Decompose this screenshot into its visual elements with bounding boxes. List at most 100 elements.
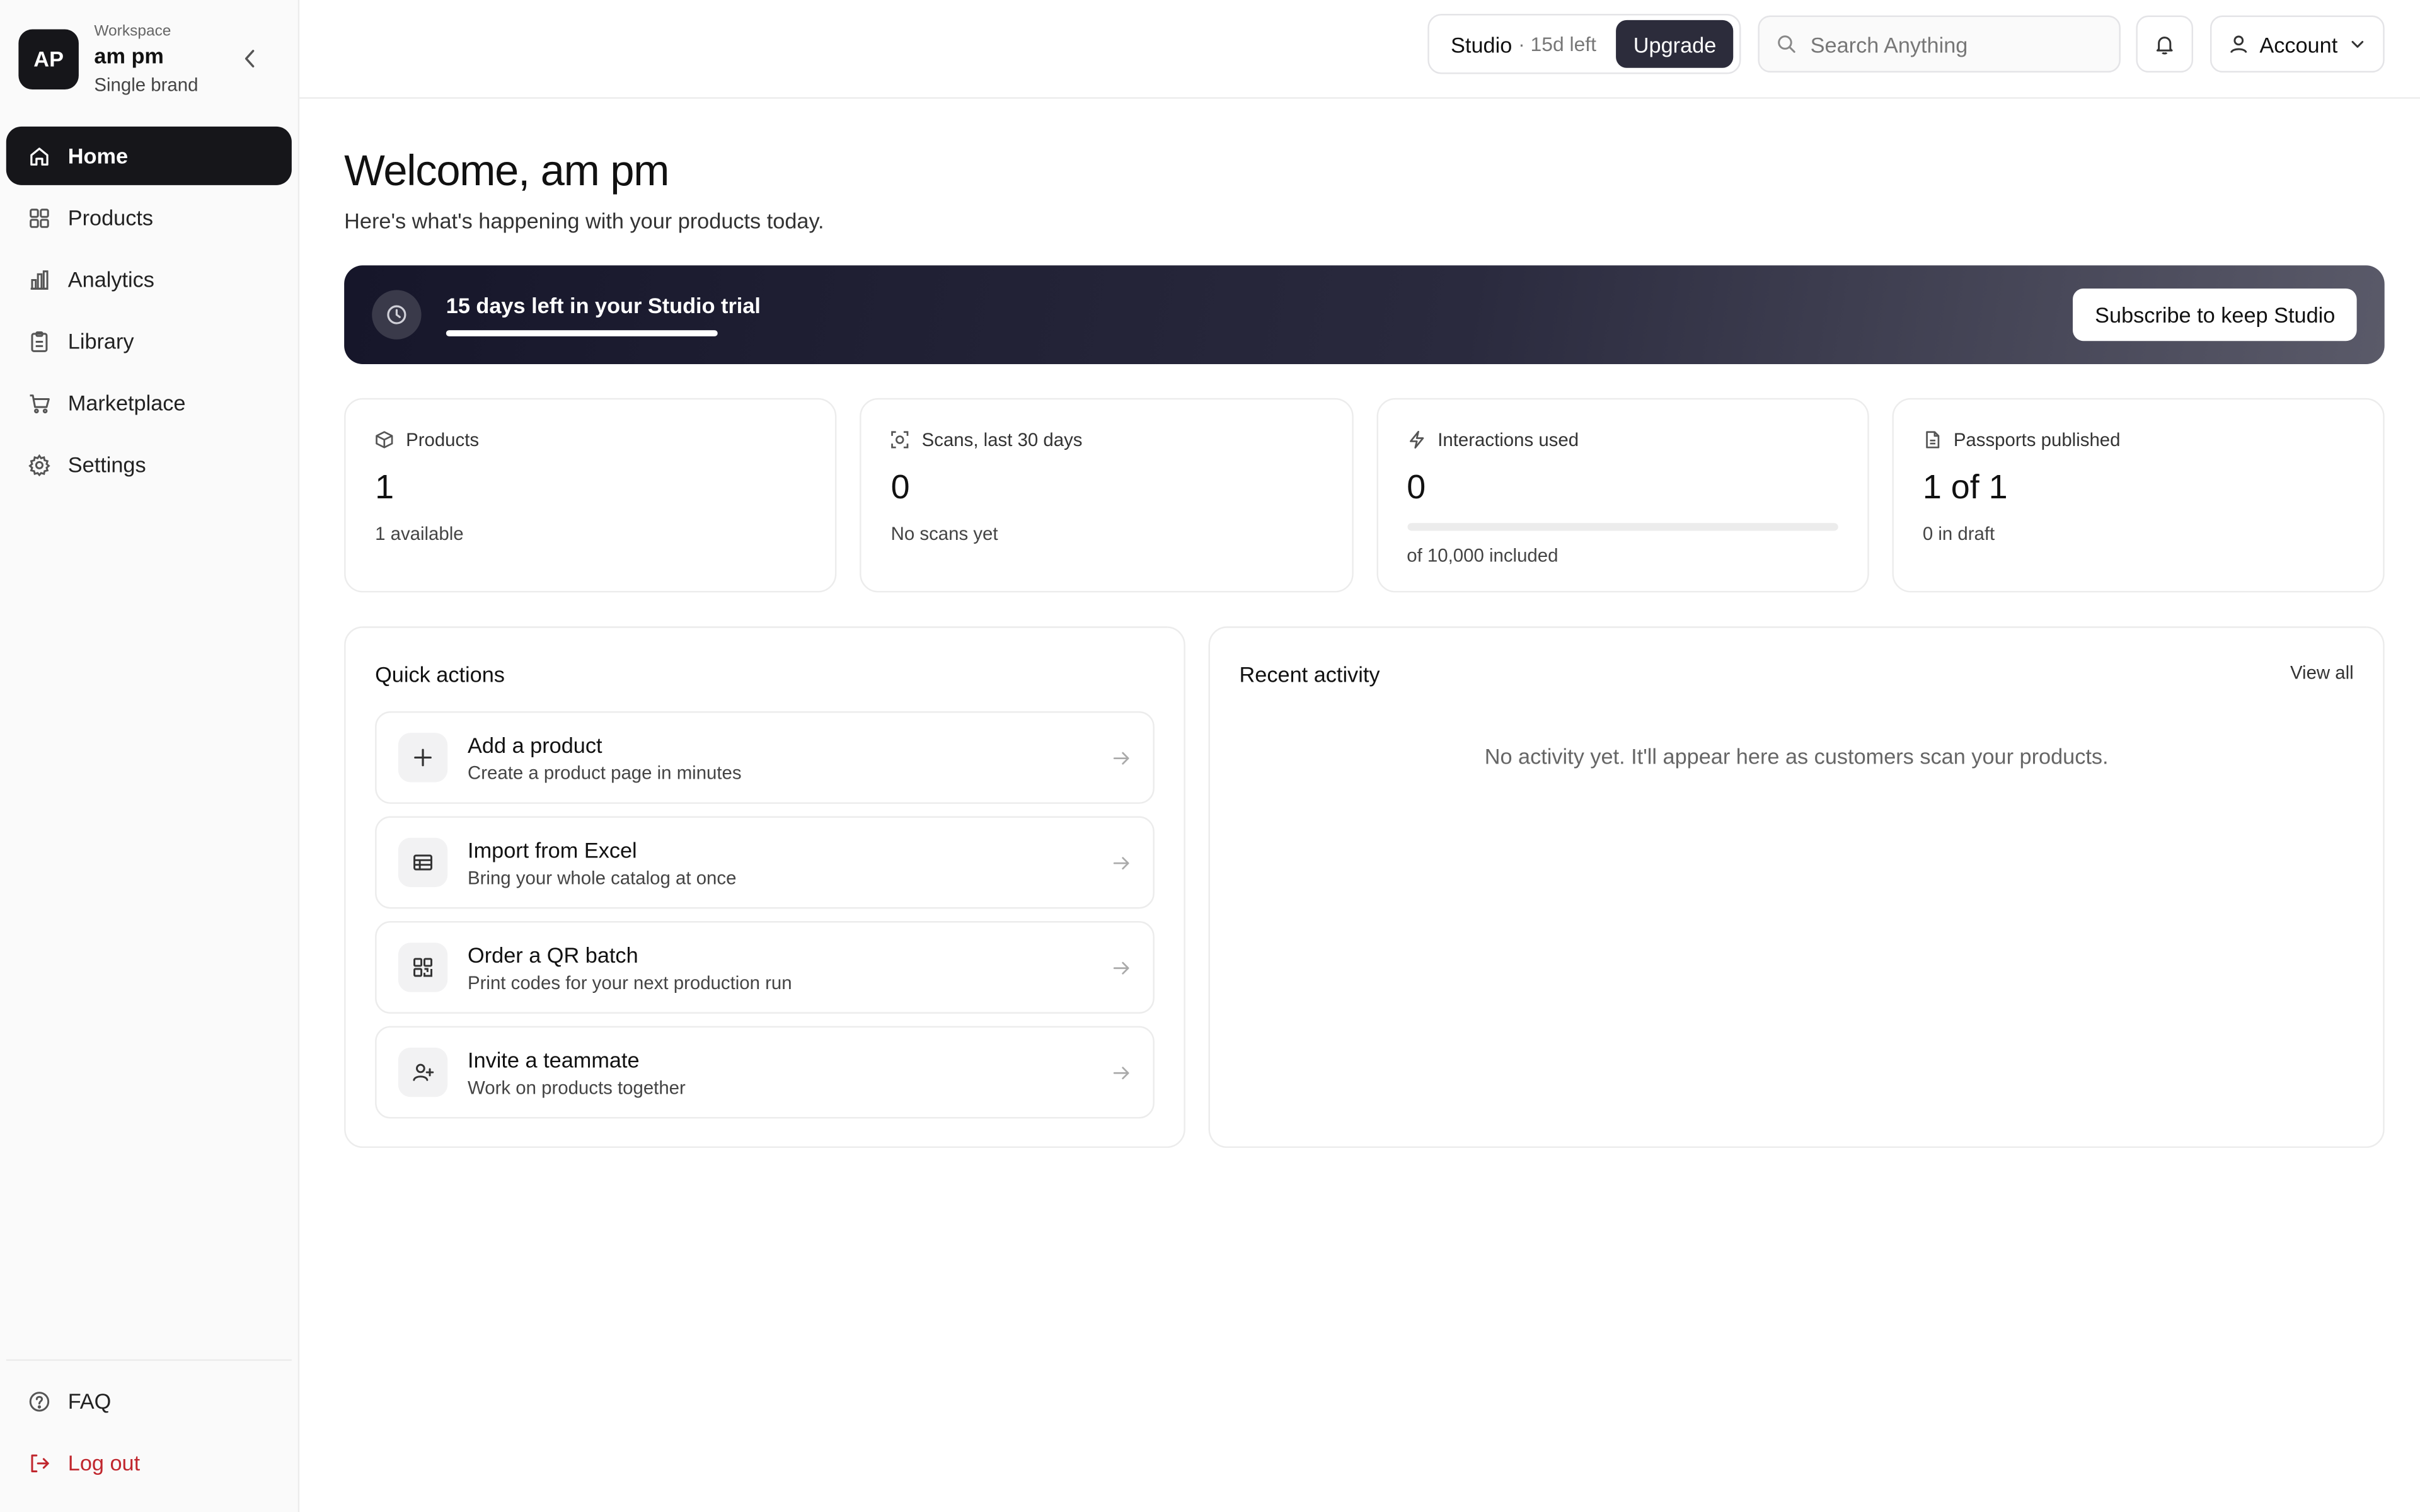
cart-icon bbox=[30, 394, 50, 413]
sidebar-item-logout[interactable]: Log out bbox=[6, 1433, 292, 1492]
collapse-sidebar-button[interactable] bbox=[239, 46, 261, 71]
stat-label: Scans, last 30 days bbox=[921, 428, 1083, 451]
page-subtitle: Here's what's happening with your produc… bbox=[344, 208, 824, 233]
sidebar-item-marketplace[interactable]: Marketplace bbox=[6, 374, 292, 432]
clipboard-icon bbox=[31, 330, 48, 352]
view-all-link[interactable]: View all bbox=[2290, 662, 2354, 684]
arrow-right-icon bbox=[1113, 857, 1129, 870]
user-plus-icon bbox=[398, 1047, 448, 1097]
sidebar-item-label: Settings bbox=[67, 452, 146, 477]
clock-icon bbox=[372, 290, 422, 340]
quick-actions-panel: Quick actions Add a product Create a pro… bbox=[344, 626, 1185, 1148]
box-icon bbox=[376, 431, 393, 449]
sidebar-item-home[interactable]: Home bbox=[6, 126, 292, 185]
quick-actions-title: Quick actions bbox=[375, 662, 505, 687]
stat-sub: 0 in draft bbox=[1922, 523, 1995, 545]
stat-header: Scans, last 30 days bbox=[891, 429, 1322, 450]
plan-name: Studio bbox=[1451, 32, 1512, 57]
workspace-label: Workspace bbox=[94, 22, 171, 40]
sidebar-item-analytics[interactable]: Analytics bbox=[6, 250, 292, 309]
action-text: Order a QR batch Print codes for your ne… bbox=[468, 942, 792, 993]
action-title: Add a product bbox=[468, 732, 602, 757]
panels-row: Quick actions Add a product Create a pro… bbox=[344, 626, 2385, 1148]
trial-banner-text: 15 days left in your Studio trial bbox=[446, 293, 761, 336]
stat-sub: No scans yet bbox=[890, 523, 998, 545]
sidebar-item-label: Marketplace bbox=[67, 390, 186, 415]
add-product-action[interactable]: Add a product Create a product page in m… bbox=[375, 711, 1155, 804]
invite-teammate-action[interactable]: Invite a teammate Work on products toget… bbox=[375, 1026, 1155, 1119]
plan-status: Studio · 15d left Upgrade bbox=[1427, 14, 1741, 74]
account-menu[interactable]: Account bbox=[2210, 15, 2385, 73]
document-icon bbox=[1925, 431, 1939, 449]
scan-icon bbox=[891, 431, 909, 449]
trial-days-left: · 15d left bbox=[1518, 32, 1596, 56]
sidebar-item-faq[interactable]: FAQ bbox=[6, 1372, 292, 1430]
stat-card-products[interactable]: Products 1 1 available bbox=[344, 398, 837, 593]
user-icon bbox=[2230, 35, 2247, 54]
chevron-left-icon bbox=[245, 50, 255, 68]
upgrade-button[interactable]: Upgrade bbox=[1616, 20, 1734, 68]
stat-card-passports[interactable]: Passports published 1 of 1 0 in draft bbox=[1891, 398, 2385, 593]
action-subtitle: Work on products together bbox=[468, 1076, 686, 1098]
home-icon bbox=[30, 147, 49, 165]
main-area: Studio · 15d left Upgrade Account Welcom… bbox=[299, 0, 2420, 1512]
arrow-right-icon bbox=[1113, 961, 1129, 975]
grid-icon bbox=[30, 208, 49, 227]
topbar: Studio · 15d left Upgrade Account bbox=[299, 0, 2420, 99]
sidebar: AP Workspace am pm Single brand Home Pro… bbox=[0, 0, 300, 1512]
account-label: Account bbox=[2259, 32, 2338, 57]
subscribe-button[interactable]: Subscribe to keep Studio bbox=[2073, 288, 2357, 341]
stat-header: Passports published bbox=[1923, 429, 2354, 450]
plus-icon bbox=[398, 733, 448, 782]
arrow-right-icon bbox=[1113, 1067, 1129, 1080]
help-circle-icon bbox=[29, 1390, 50, 1411]
action-subtitle: Bring your whole catalog at once bbox=[468, 866, 737, 888]
stats-row: Products 1 1 available Scans, last 30 da… bbox=[344, 398, 2385, 593]
arrow-right-icon bbox=[1113, 752, 1129, 765]
sidebar-nav: Home Products Analytics Library Marketpl… bbox=[0, 126, 298, 494]
sidebar-item-products[interactable]: Products bbox=[6, 188, 292, 247]
stat-value: 0 bbox=[890, 467, 910, 507]
stat-card-scans[interactable]: Scans, last 30 days 0 No scans yet bbox=[860, 398, 1353, 593]
workspace-avatar: AP bbox=[18, 28, 79, 89]
sidebar-item-label: FAQ bbox=[67, 1389, 112, 1414]
page-title: Welcome, am pm bbox=[344, 146, 669, 195]
stat-label: Products bbox=[406, 428, 480, 451]
stat-header: Interactions used bbox=[1407, 429, 1838, 450]
stat-card-interactions[interactable]: Interactions used 0 of 10,000 included bbox=[1376, 398, 1869, 593]
stat-value: 0 bbox=[1407, 467, 1426, 507]
dashboard-content: Welcome, am pm Here's what's happening w… bbox=[344, 99, 2385, 1148]
search-input[interactable] bbox=[1810, 32, 2104, 57]
workspace-switcher[interactable]: AP Workspace am pm Single brand bbox=[0, 0, 298, 117]
notifications-button[interactable] bbox=[2136, 15, 2194, 73]
empty-activity-message: No activity yet. It'll appear here as cu… bbox=[1484, 743, 2109, 769]
trial-progress-bar bbox=[446, 330, 718, 336]
sidebar-item-label: Analytics bbox=[67, 266, 154, 292]
sidebar-item-settings[interactable]: Settings bbox=[6, 435, 292, 494]
stat-value: 1 bbox=[375, 467, 395, 507]
action-text: Add a product Create a product page in m… bbox=[468, 732, 742, 783]
import-excel-action[interactable]: Import from Excel Bring your whole catal… bbox=[375, 816, 1155, 909]
order-qr-action[interactable]: Order a QR batch Print codes for your ne… bbox=[375, 921, 1155, 1014]
logout-icon bbox=[31, 1453, 49, 1472]
bolt-icon bbox=[1409, 430, 1424, 449]
action-subtitle: Create a product page in minutes bbox=[468, 761, 742, 783]
action-title: Invite a teammate bbox=[468, 1046, 640, 1072]
table-icon bbox=[398, 837, 448, 888]
trial-banner-title: 15 days left in your Studio trial bbox=[446, 293, 761, 318]
workspace-name: am pm bbox=[94, 42, 164, 67]
stat-sub: of 10,000 included bbox=[1407, 544, 1559, 566]
workspace-plan: Single brand bbox=[94, 73, 199, 95]
stat-header: Products bbox=[375, 429, 806, 450]
stat-sub: 1 available bbox=[375, 523, 464, 545]
workspace-info: Workspace am pm Single brand bbox=[94, 23, 198, 95]
chevron-down-icon bbox=[2351, 40, 2363, 48]
stat-label: Interactions used bbox=[1438, 428, 1579, 451]
sidebar-item-library[interactable]: Library bbox=[6, 312, 292, 370]
sidebar-item-label: Products bbox=[67, 205, 154, 230]
trial-banner: 15 days left in your Studio trial Subscr… bbox=[344, 265, 2385, 364]
search-box[interactable] bbox=[1758, 15, 2121, 73]
sidebar-bottom: FAQ Log out bbox=[6, 1359, 292, 1492]
interactions-progress-bar bbox=[1407, 523, 1838, 531]
gear-icon bbox=[28, 453, 50, 476]
